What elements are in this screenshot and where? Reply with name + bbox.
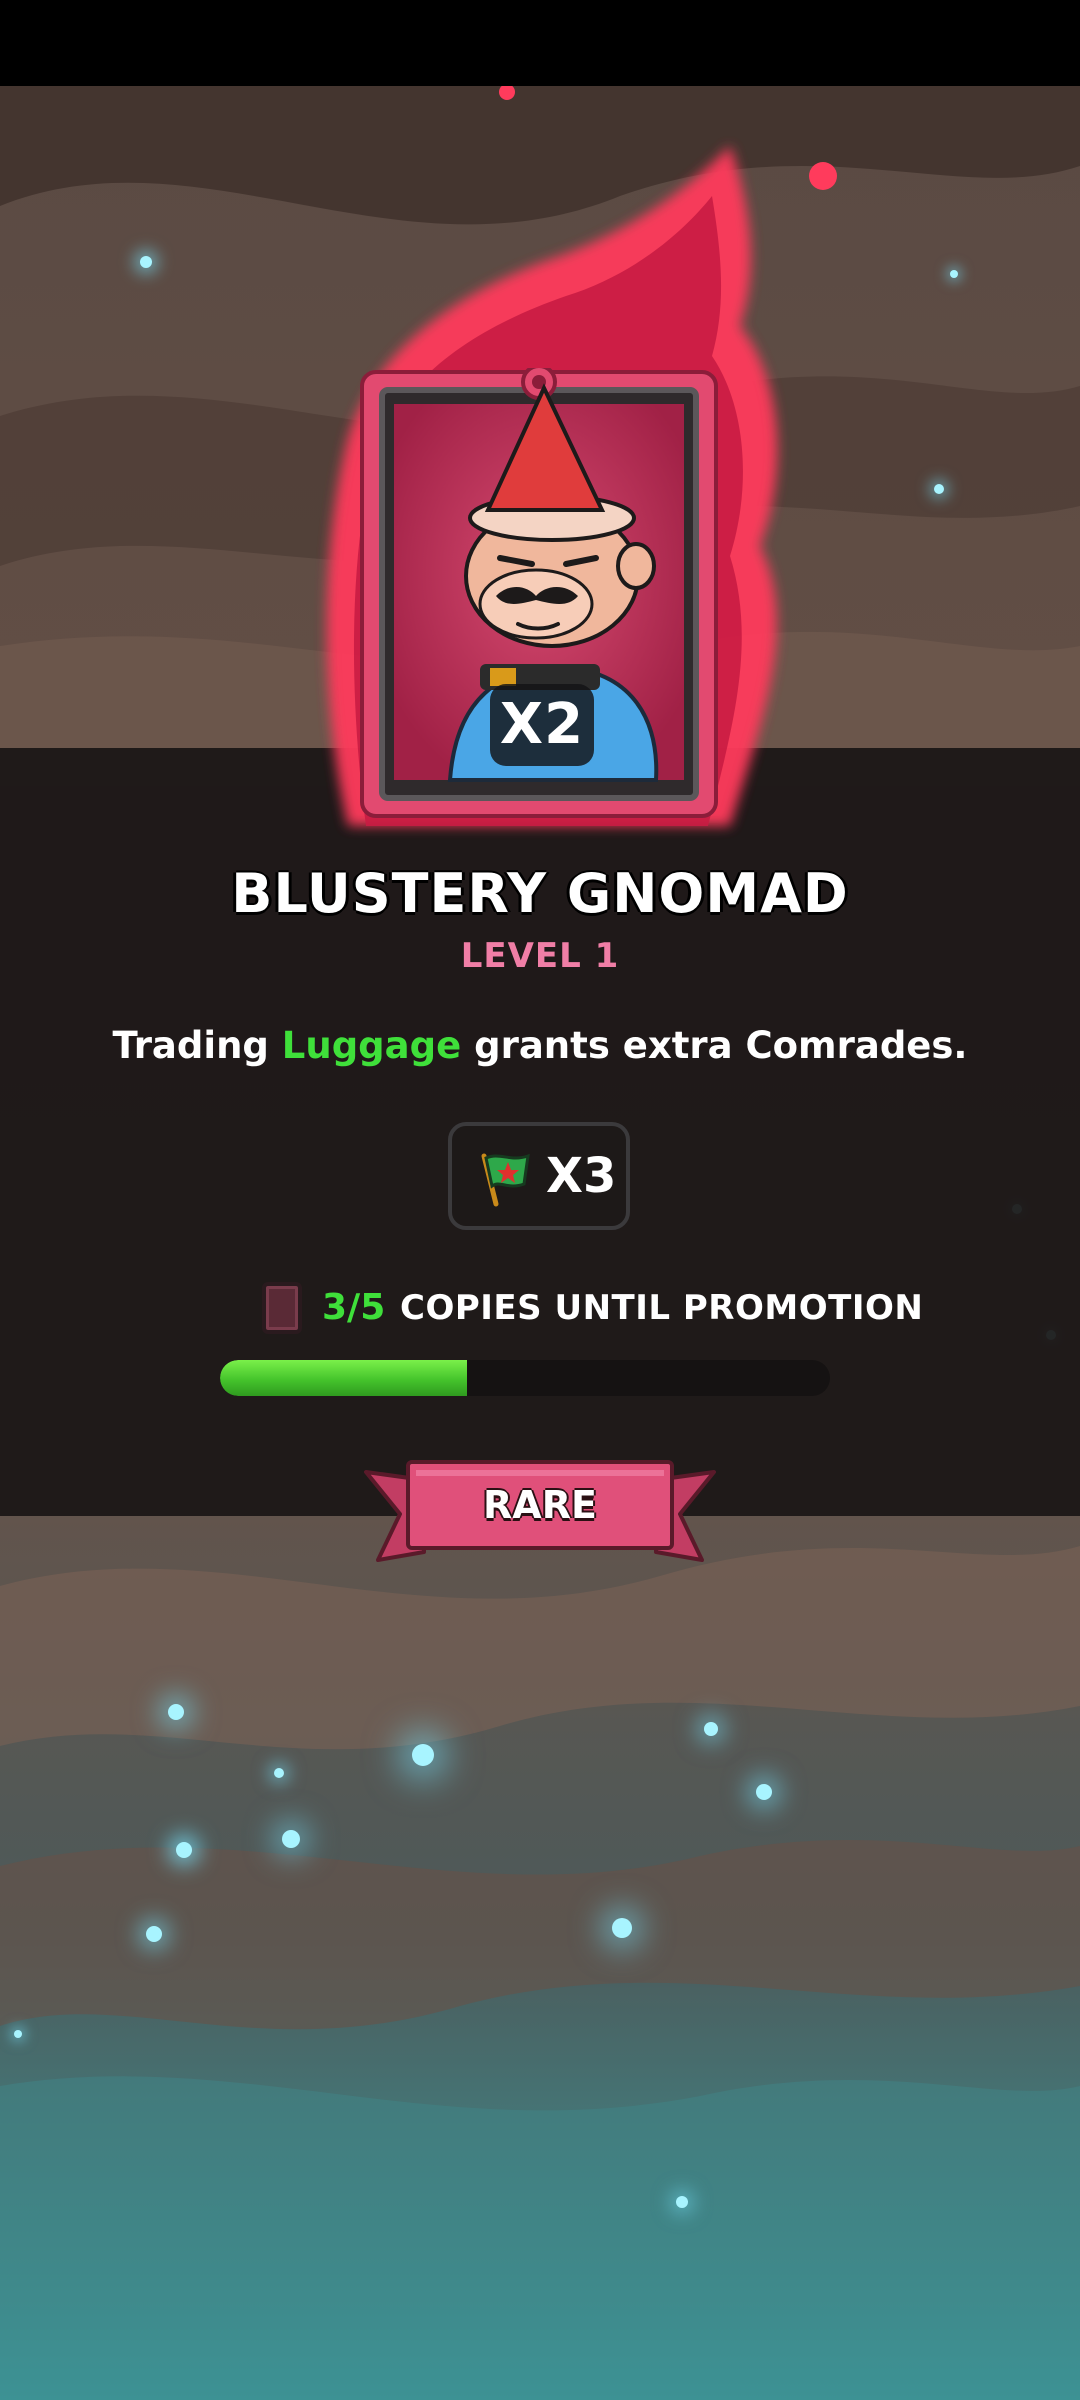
sparkle	[612, 1918, 632, 1938]
promotion-progress-bar	[220, 1360, 830, 1396]
flag-icon	[481, 1153, 530, 1207]
card-name: BLUSTERY GNOMAD	[231, 862, 849, 925]
rarity-ribbon: RARE	[364, 1452, 716, 1570]
sparkle	[756, 1784, 772, 1800]
description-suffix: grants extra Comrades.	[461, 1024, 968, 1067]
sparkle	[176, 1842, 192, 1858]
reward-badge: X3	[448, 1122, 630, 1230]
card-description: Trading Luggage grants extra Comrades.	[0, 1024, 1080, 1067]
sparkle	[14, 2030, 22, 2038]
rank-emblem-icon	[521, 368, 557, 400]
promotion-progress-fill	[220, 1360, 468, 1396]
sparkle	[412, 1744, 434, 1766]
rarity-label: RARE	[483, 1483, 597, 1527]
card-reveal-screen: X2 BLUSTERY GNOMAD LEVEL 1 Trading Lugga…	[0, 0, 1080, 2400]
sparkle	[146, 1926, 162, 1942]
description-prefix: Trading	[112, 1024, 282, 1067]
sparkle	[274, 1768, 284, 1778]
card-icon	[262, 1282, 302, 1334]
sparkle	[282, 1830, 300, 1848]
card-multiplier-badge: X2	[490, 684, 594, 766]
sparkle	[676, 2196, 688, 2208]
description-highlight: Luggage	[281, 1024, 462, 1067]
card-level: LEVEL 1	[460, 936, 620, 976]
sparkle	[704, 1722, 718, 1736]
status-bar	[0, 0, 1080, 86]
copies-label: COPIES UNTIL PROMOTION	[400, 1288, 924, 1328]
copies-count: 3/5	[322, 1287, 386, 1328]
reward-quantity: X3	[546, 1148, 617, 1204]
sparkle	[168, 1704, 184, 1720]
